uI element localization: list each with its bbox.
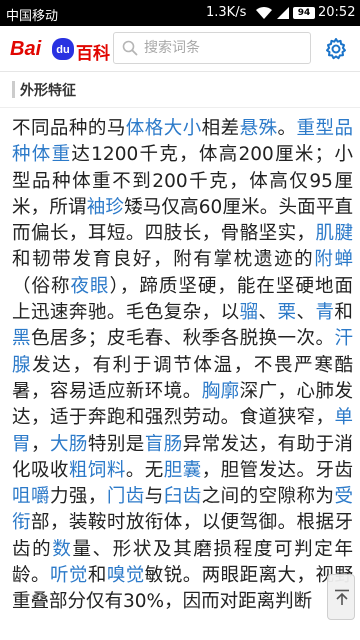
- article-text: 色居多；皮毛春、秋季各脱换一次。: [30, 328, 335, 350]
- article-body: 不同品种的马体格大小相差悬殊。重型品种体重达1200千克，体高200厘米；小型品…: [12, 116, 353, 640]
- status-bar: 中国移动 1.3K/s 94 20:52: [0, 0, 360, 26]
- back-to-top-button[interactable]: [327, 574, 355, 620]
- article-link[interactable]: 黑: [12, 328, 31, 349]
- logo-paw-icon: du: [52, 38, 74, 60]
- section-marker: [12, 81, 15, 98]
- article-text: 特别是: [87, 433, 145, 455]
- article-link[interactable]: 骝: [240, 302, 259, 323]
- arrow-up-icon: [335, 589, 349, 605]
- article-link[interactable]: 胸廓: [202, 381, 240, 402]
- article-text: 之间的空隙称为: [201, 486, 335, 508]
- article-text: 、: [258, 302, 278, 324]
- search-box[interactable]: [113, 32, 311, 64]
- article-link[interactable]: 体格大小: [126, 118, 202, 139]
- search-input[interactable]: [144, 37, 304, 59]
- article-link[interactable]: 栗: [278, 302, 297, 323]
- wifi-icon: [256, 6, 272, 19]
- article-link[interactable]: 盲肠: [145, 434, 183, 455]
- article-text: 和: [87, 565, 107, 587]
- article-link[interactable]: 门齿: [107, 486, 145, 507]
- signal-icon: [277, 7, 289, 19]
- clock: 20:52: [318, 5, 356, 20]
- article-link[interactable]: 咀嚼: [12, 486, 50, 507]
- article-text: （俗称: [12, 275, 71, 297]
- article-text: 和韧带发育良好，附有掌枕遗迹的: [12, 249, 315, 271]
- article-text: 相差: [201, 118, 240, 139]
- logo-bai-text: Bai: [10, 38, 42, 60]
- header-bar: Bai du 百科: [0, 26, 360, 72]
- section-title: 外形特征: [20, 83, 76, 99]
- article-link[interactable]: 嗅觉: [107, 565, 145, 586]
- battery-icon: 94: [293, 7, 315, 19]
- article-link[interactable]: 悬殊: [240, 118, 278, 139]
- article-link[interactable]: 袖珍: [87, 197, 124, 218]
- carrier-name: 中国移动: [6, 9, 59, 24]
- article-text: 。: [277, 118, 297, 139]
- gear-icon[interactable]: [324, 37, 348, 61]
- article-link[interactable]: 数: [52, 539, 72, 560]
- section-header: 外形特征: [0, 72, 360, 108]
- article-link[interactable]: 粗饲料: [69, 460, 126, 481]
- article-text: 不同品种的马: [12, 118, 126, 139]
- article-text: 、: [296, 302, 316, 324]
- article-text: 。无: [125, 459, 164, 481]
- article-link[interactable]: 青: [315, 302, 334, 323]
- network-speed: 1.3K/s: [206, 5, 247, 20]
- article-link[interactable]: 胆囊: [164, 460, 202, 481]
- article-text: 与: [144, 486, 164, 508]
- article-link[interactable]: 听觉: [50, 565, 88, 586]
- article-link[interactable]: 肌腱: [316, 223, 353, 244]
- article-text: 和: [334, 302, 353, 324]
- article-link[interactable]: 臼齿: [164, 486, 202, 507]
- article-link[interactable]: 附蝉: [314, 249, 353, 270]
- article-text: 力强，: [49, 486, 107, 508]
- logo-baike-text: 百科: [76, 44, 110, 63]
- article-text: ，: [30, 433, 50, 455]
- article-link[interactable]: 大肠: [50, 434, 88, 455]
- article-text: ，胆管发达。牙齿: [201, 459, 353, 481]
- search-icon: [122, 40, 138, 56]
- article-link[interactable]: 夜眼: [71, 276, 110, 297]
